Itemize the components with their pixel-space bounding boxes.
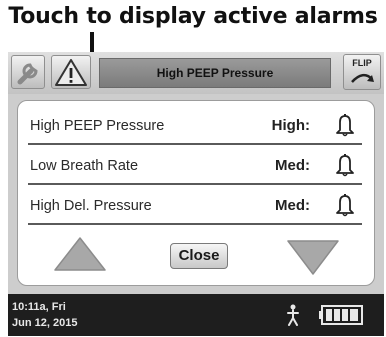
alarm-level: Med: bbox=[275, 157, 310, 174]
bell-icon bbox=[336, 114, 354, 137]
callout-caption: Touch to display active alarms bbox=[8, 4, 378, 29]
status-time: 10:11a, Fri bbox=[12, 301, 66, 313]
wrench-icon bbox=[17, 63, 38, 85]
tools-button[interactable] bbox=[11, 55, 45, 89]
alarm-row[interactable]: High Del. Pressure Med: bbox=[28, 189, 362, 225]
down-arrow-icon[interactable] bbox=[286, 238, 340, 276]
status-date: Jun 12, 2015 bbox=[12, 317, 78, 329]
alarm-name: High PEEP Pressure bbox=[30, 118, 165, 134]
alarm-level: Med: bbox=[275, 197, 310, 214]
flip-label: FLIP bbox=[352, 58, 372, 68]
status-bar: 10:11a, Fri Jun 12, 2015 bbox=[8, 294, 384, 336]
alarms-panel: High PEEP Pressure High: Low Breath Rate… bbox=[17, 100, 375, 286]
bell-icon bbox=[336, 154, 354, 177]
flip-button[interactable]: FLIP bbox=[343, 54, 381, 90]
alarm-row[interactable]: Low Breath Rate Med: bbox=[28, 149, 362, 185]
top-bar: High PEEP Pressure FLIP bbox=[8, 52, 384, 94]
alarm-title-banner: High PEEP Pressure bbox=[99, 58, 331, 88]
flip-arrow-icon bbox=[351, 73, 374, 83]
active-alarms-button[interactable] bbox=[51, 55, 91, 89]
up-arrow-icon[interactable] bbox=[53, 236, 107, 274]
battery-icon bbox=[319, 305, 363, 325]
bell-icon bbox=[336, 194, 354, 217]
alarm-name: High Del. Pressure bbox=[30, 198, 152, 214]
alarm-name: Low Breath Rate bbox=[30, 158, 139, 174]
device-screen: High PEEP Pressure FLIP High PEEP Pressu… bbox=[8, 52, 384, 336]
alarm-level: High: bbox=[271, 117, 310, 134]
person-icon bbox=[287, 304, 299, 326]
warning-triangle-icon bbox=[55, 59, 87, 86]
close-button[interactable]: Close bbox=[170, 243, 228, 269]
alarm-row[interactable]: High PEEP Pressure High: bbox=[28, 109, 362, 145]
